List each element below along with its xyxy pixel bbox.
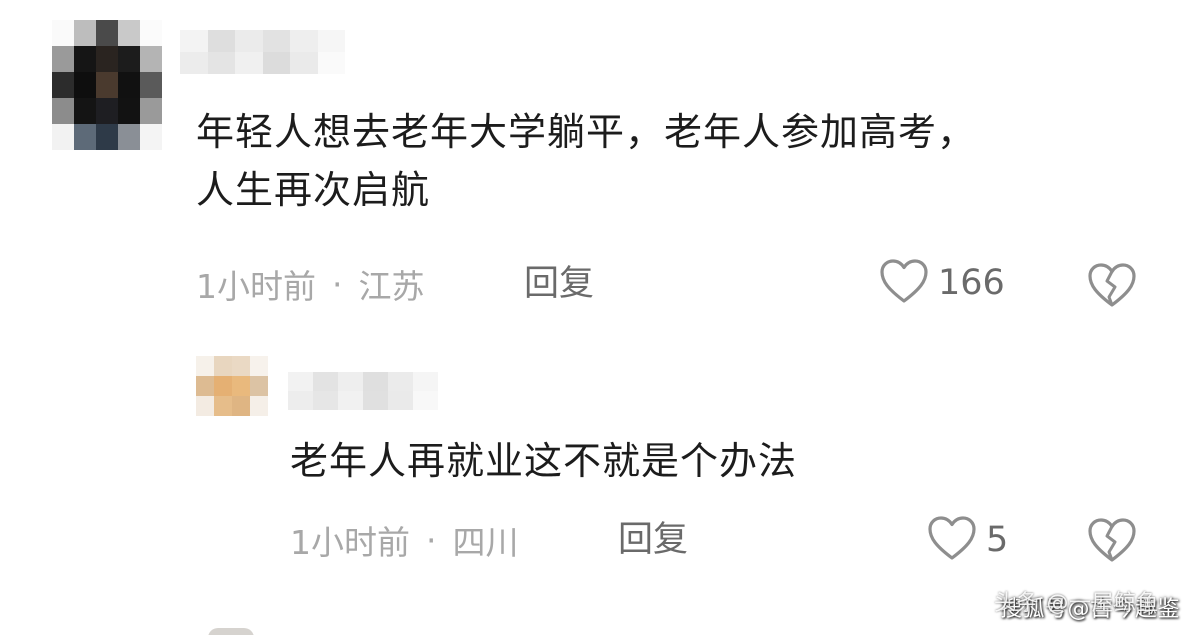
reply-avatar[interactable]: [196, 356, 268, 416]
meta-separator: ·: [426, 520, 437, 560]
like-button[interactable]: 5: [926, 515, 1008, 565]
reply-time: 1小时前: [290, 523, 410, 562]
broken-heart-icon: [1086, 518, 1138, 568]
reply-username-blurred[interactable]: [288, 372, 438, 410]
meta-separator: ·: [332, 264, 343, 304]
watermark-overlay: 头条 @一屋鲸鱼: [993, 591, 1159, 616]
comment-time: 1小时前: [196, 267, 316, 306]
comment-line-1: 年轻人想去老年大学躺平，老年人参加高考，: [196, 110, 977, 154]
comment-line-2: 人生再次启航: [196, 168, 431, 212]
like-count: 5: [986, 520, 1009, 560]
dislike-button[interactable]: [1086, 516, 1138, 568]
comment-meta: 1小时前 · 江苏: [196, 262, 425, 307]
avatar[interactable]: [52, 20, 162, 150]
comment-location: 江苏: [358, 267, 425, 306]
broken-heart-icon: [1086, 263, 1138, 313]
like-button[interactable]: 166: [878, 258, 1005, 308]
username-blurred[interactable]: [180, 30, 345, 74]
next-comment-avatar-edge: [208, 628, 254, 635]
reply-meta: 1小时前 · 四川: [290, 518, 519, 563]
comment-text: 年轻人想去老年大学躺平，老年人参加高考， 人生再次启航: [196, 103, 1156, 219]
reply-location: 四川: [452, 523, 519, 562]
like-count: 166: [938, 263, 1005, 303]
dislike-button[interactable]: [1086, 261, 1138, 313]
reply-button[interactable]: 回复: [618, 518, 688, 562]
watermark: 头条 @一屋鲸鱼 搜狐号@古今趣鉴: [994, 591, 1180, 623]
reply-text: 老年人再就业这不就是个办法: [290, 439, 798, 483]
comment-thread: 年轻人想去老年大学躺平，老年人参加高考， 人生再次启航 1小时前 · 江苏 回复 …: [0, 0, 1200, 635]
heart-outline-icon: [878, 257, 930, 309]
heart-outline-icon: [926, 514, 978, 566]
reply-button[interactable]: 回复: [524, 262, 594, 306]
